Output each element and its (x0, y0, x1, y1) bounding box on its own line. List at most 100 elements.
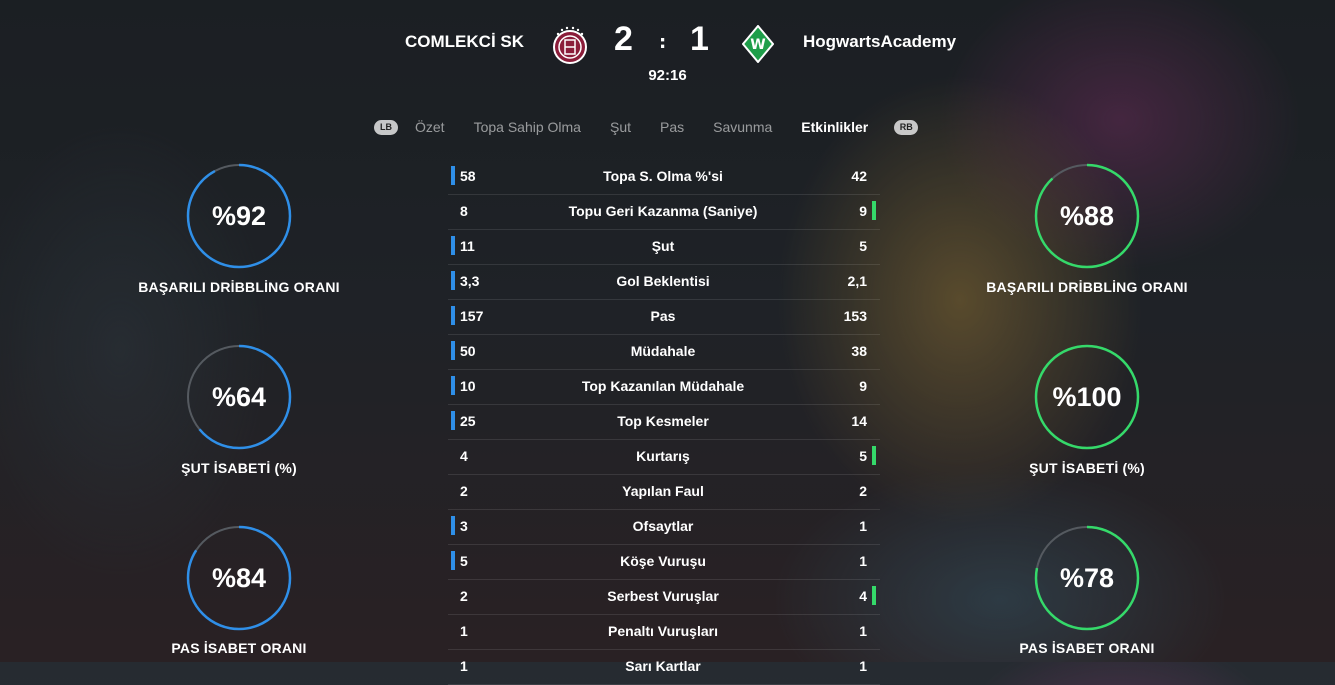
stat-away-value: 1 (859, 553, 867, 569)
rb-shoulder-button-icon[interactable]: RB (894, 119, 919, 135)
stat-row-yellow-cards: 1 Sarı Kartlar 1 (448, 650, 880, 685)
home-pass-accuracy-ring: %84 (186, 525, 292, 631)
stat-home-value: 157 (460, 308, 484, 324)
stat-home-value: 2 (460, 483, 468, 499)
stat-row-penalties: 1 Penaltı Vuruşları 1 (448, 615, 880, 650)
away-dribbling-ring: %88 (1034, 163, 1140, 269)
stat-away-value: 153 (843, 308, 867, 324)
stat-home-value: 50 (460, 343, 476, 359)
stat-label: Şut (651, 238, 675, 254)
stat-away-value: 2 (859, 483, 867, 499)
tab-pas[interactable]: Pas (660, 119, 684, 135)
away-club-crest-icon: W (741, 24, 775, 67)
stat-row-shots: 11 Şut 5 (448, 230, 880, 265)
stat-label: Pas (650, 308, 676, 324)
away-leader-bar (872, 446, 876, 465)
stat-away-value: 5 (859, 448, 867, 464)
stat-row-corners: 5 Köşe Vuruşu 1 (448, 545, 880, 580)
home-club-crest-icon (550, 25, 590, 69)
away-pass-accuracy-label: PAS İSABET ORANI (1019, 640, 1155, 656)
lb-shoulder-button-icon[interactable]: LB (374, 119, 398, 135)
tab-sut[interactable]: Şut (610, 119, 631, 135)
stat-away-value: 38 (851, 343, 867, 359)
home-shot-accuracy-ring: %64 (186, 344, 292, 450)
stat-away-value: 5 (859, 238, 867, 254)
stat-away-value: 1 (859, 623, 867, 639)
stat-label: Topa S. Olma %'si (603, 168, 723, 184)
svg-text:W: W (750, 37, 765, 53)
home-leader-bar (451, 166, 455, 185)
stat-row-tackles: 50 Müdahale 38 (448, 335, 880, 370)
stat-label: Serbest Vuruşlar (607, 588, 719, 604)
stat-home-value: 1 (460, 658, 468, 674)
stat-label: Sarı Kartlar (625, 658, 701, 674)
away-dribbling-label: BAŞARILI DRİBBLİNG ORANI (986, 279, 1188, 295)
stat-row-saves: 4 Kurtarış 5 (448, 440, 880, 475)
home-leader-bar (451, 551, 455, 570)
home-leader-bar (451, 341, 455, 360)
home-dribbling-ring: %92 (186, 163, 292, 269)
match-clock: 92:16 (648, 67, 687, 84)
stat-row-offsides: 3 Ofsaytlar 1 (448, 510, 880, 545)
stat-row-possession: 58 Topa S. Olma %'si 42 (448, 160, 880, 195)
home-leader-bar (451, 516, 455, 535)
tab-savunma[interactable]: Savunma (713, 119, 772, 135)
stat-label: Ofsaytlar (632, 518, 694, 534)
home-dribbling-value: %92 (211, 201, 267, 231)
stat-row-recovery-time: 8 Topu Geri Kazanma (Saniye) 9 (448, 195, 880, 230)
stat-away-value: 4 (859, 588, 867, 604)
stat-away-value: 9 (859, 378, 867, 394)
stat-home-value: 1 (460, 623, 468, 639)
stat-away-value: 2,1 (847, 273, 867, 289)
home-pass-accuracy-value: %84 (211, 563, 267, 593)
stat-row-free-kicks: 2 Serbest Vuruşlar 4 (448, 580, 880, 615)
away-leader-bar (872, 586, 876, 605)
home-leader-bar (451, 271, 455, 290)
stat-away-value: 9 (859, 203, 867, 219)
away-leader-bar (872, 201, 876, 220)
stat-home-value: 25 (460, 413, 476, 429)
score-separator: : (659, 32, 667, 53)
stat-home-value: 8 (460, 203, 468, 219)
stat-label: Kurtarış (636, 448, 690, 464)
stat-away-value: 42 (851, 168, 867, 184)
tab-etkinlikler[interactable]: Etkinlikler (801, 119, 868, 135)
stat-home-value: 10 (460, 378, 476, 394)
home-leader-bar (451, 376, 455, 395)
stat-label: Gol Beklentisi (616, 273, 710, 289)
stat-home-value: 3,3 (460, 273, 480, 289)
home-score: 2 (614, 20, 633, 58)
stat-row-passes: 157 Pas 153 (448, 300, 880, 335)
home-team-name: COMLEKCİ SK (405, 32, 524, 51)
away-pass-accuracy-value: %78 (1059, 563, 1115, 593)
stat-away-value: 1 (859, 518, 867, 534)
home-pass-accuracy-label: PAS İSABET ORANI (171, 640, 307, 656)
stat-home-value: 4 (460, 448, 468, 464)
stat-label: Yapılan Faul (622, 483, 704, 499)
stat-away-value: 14 (851, 413, 867, 429)
stat-label: Topu Geri Kazanma (Saniye) (568, 203, 758, 219)
stat-away-value: 1 (859, 658, 867, 674)
stat-home-value: 11 (460, 238, 475, 254)
home-leader-bar (451, 306, 455, 325)
match-stats-table: 58 Topa S. Olma %'si 42 8 Topu Geri Kaza… (448, 160, 880, 685)
home-dribbling-label: BAŞARILI DRİBBLİNG ORANI (138, 279, 340, 295)
home-leader-bar (451, 411, 455, 430)
stat-home-value: 5 (460, 553, 468, 569)
away-team-name: HogwartsAcademy (803, 32, 957, 51)
stat-home-value: 2 (460, 588, 468, 604)
stat-row-interceptions: 25 Top Kesmeler 14 (448, 405, 880, 440)
away-shot-accuracy-label: ŞUT İSABETİ (%) (1029, 460, 1145, 476)
stat-label: Müdahale (630, 343, 696, 359)
home-shot-accuracy-label: ŞUT İSABETİ (%) (181, 460, 297, 476)
away-score: 1 (690, 20, 709, 58)
stat-home-value: 58 (460, 168, 476, 184)
stat-home-value: 3 (460, 518, 468, 534)
stat-label: Penaltı Vuruşları (608, 623, 718, 639)
away-shot-accuracy-value: %100 (1052, 382, 1122, 412)
tab-ozet[interactable]: Özet (415, 119, 445, 135)
stat-row-expected-goals: 3,3 Gol Beklentisi 2,1 (448, 265, 880, 300)
stat-label: Köşe Vuruşu (620, 553, 706, 569)
tab-topa-sahip-olma[interactable]: Topa Sahip Olma (474, 119, 581, 135)
home-leader-bar (451, 236, 455, 255)
